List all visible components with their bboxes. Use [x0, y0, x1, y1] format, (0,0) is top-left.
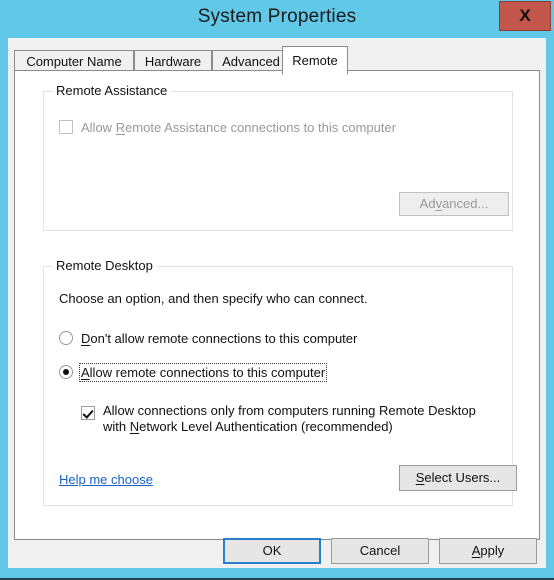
allow-remote-assistance-checkbox — [59, 120, 73, 134]
adv-label-before: Ad — [419, 196, 436, 211]
nla-line2-accel: N — [129, 419, 140, 434]
help-me-choose-link[interactable]: Help me choose — [59, 472, 153, 487]
su-label-after: elect Users... — [424, 470, 501, 485]
ok-button[interactable]: OK — [223, 538, 321, 564]
nla-line1: Allow connections only from computers ru… — [103, 403, 476, 418]
tab-remote[interactable]: Remote — [282, 46, 348, 75]
adv-label-after: anced... — [442, 196, 489, 211]
dialog-body: Computer Name Hardware Advanced Remote R… — [8, 38, 546, 568]
group-caption-remote-desktop: Remote Desktop — [52, 258, 157, 273]
r2-label-after: llow remote connections to this computer — [89, 365, 326, 380]
title-bar: System Properties X — [0, 0, 554, 38]
radio-allow-label[interactable]: Allow remote connections to this compute… — [78, 363, 328, 382]
nla-checkbox-label[interactable]: Allow connections only from computers ru… — [103, 403, 503, 435]
close-icon[interactable]: X — [499, 1, 551, 31]
tab-panel-remote: Remote Assistance Allow Remote Assistanc… — [14, 70, 540, 540]
apply-label-after: pply — [480, 543, 505, 558]
apply-button[interactable]: Apply — [439, 538, 537, 564]
remote-assistance-advanced-button: Advanced... — [399, 192, 509, 216]
radio-dont-allow-label[interactable]: Don't allow remote connections to this c… — [81, 331, 357, 346]
ra-label-before: Allow — [81, 120, 116, 135]
group-remote-desktop: Remote Desktop Choose an option, and the… — [43, 258, 517, 506]
r1-label-after: on't allow remote connections to this co… — [90, 331, 358, 346]
system-properties-window: System Properties X Computer Name Hardwa… — [0, 0, 554, 580]
r2-label-accel: A — [81, 365, 90, 380]
r1-label-accel: D — [81, 331, 91, 346]
radio-dont-allow-remote-connections[interactable] — [59, 331, 73, 345]
select-users-button[interactable]: Select Users... — [399, 465, 517, 491]
nla-line2-after: etwork Level Authentication (recommended… — [139, 419, 393, 434]
cancel-button[interactable]: Cancel — [331, 538, 429, 564]
group-caption-remote-assistance: Remote Assistance — [52, 83, 172, 98]
radio-allow-remote-connections[interactable] — [59, 365, 73, 379]
window-title: System Properties — [197, 6, 357, 27]
remote-desktop-instruction: Choose an option, and then specify who c… — [59, 291, 368, 306]
nla-checkbox[interactable] — [81, 406, 95, 420]
ra-label-accel: R — [115, 120, 126, 135]
ra-label-after: emote Assistance connections to this com… — [125, 120, 397, 135]
allow-remote-assistance-label: Allow Remote Assistance connections to t… — [81, 120, 396, 135]
group-remote-assistance: Remote Assistance Allow Remote Assistanc… — [43, 83, 513, 231]
nla-line2-before: with — [103, 419, 130, 434]
